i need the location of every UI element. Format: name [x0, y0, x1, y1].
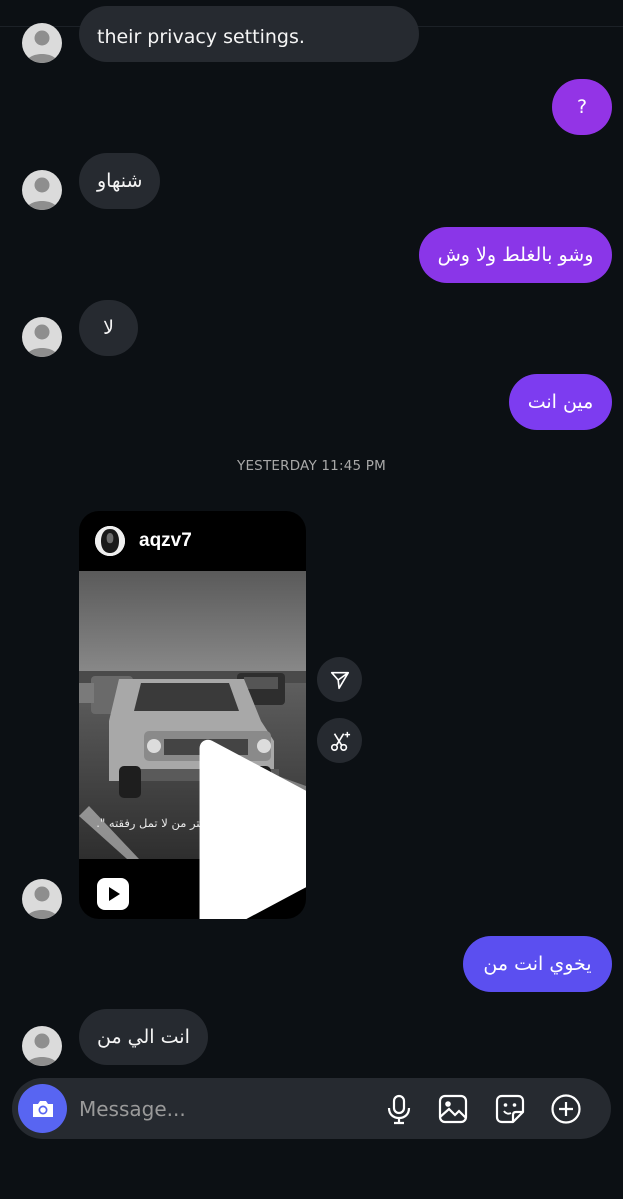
- scissors-sparkle-icon: [330, 731, 350, 751]
- message-timestamp: YESTERDAY 11:45 PM: [237, 458, 386, 474]
- avatar[interactable]: [22, 23, 62, 63]
- reel-username[interactable]: aqzv7: [139, 530, 192, 552]
- message-composer: [12, 1078, 611, 1139]
- avatar[interactable]: [22, 317, 62, 357]
- message-bubble-incoming[interactable]: their privacy settings.: [79, 6, 419, 62]
- gallery-icon: [438, 1094, 468, 1124]
- microphone-icon: [387, 1094, 411, 1125]
- camera-button[interactable]: [18, 1084, 67, 1133]
- send-icon: [330, 671, 349, 689]
- message-bubble-outgoing[interactable]: يخوي انت من: [463, 936, 612, 992]
- add-button[interactable]: [548, 1091, 584, 1127]
- reel-thumbnail[interactable]: " الطريق طويل إختر من لا تمل رفقته ".: [79, 571, 306, 919]
- message-bubble-incoming[interactable]: شنهاو: [79, 153, 161, 209]
- reel-header[interactable]: aqzv7: [79, 511, 306, 571]
- avatar[interactable]: [22, 1026, 62, 1066]
- message-input[interactable]: [79, 1092, 359, 1125]
- message-bubble-outgoing[interactable]: ?: [552, 79, 612, 135]
- gallery-button[interactable]: [435, 1091, 471, 1127]
- sticker-icon: [495, 1094, 525, 1124]
- sticker-button[interactable]: [492, 1091, 528, 1127]
- share-button[interactable]: [317, 657, 362, 702]
- message-bubble-outgoing[interactable]: مين انت: [509, 374, 612, 430]
- avatar[interactable]: [22, 170, 62, 210]
- reels-icon: [97, 878, 129, 910]
- play-icon[interactable]: [174, 695, 306, 919]
- camera-icon: [32, 1100, 53, 1117]
- microphone-button[interactable]: [381, 1091, 417, 1127]
- message-bubble-incoming[interactable]: لا: [79, 300, 138, 356]
- message-bubble-outgoing[interactable]: وشو بالغلط ولا وش: [419, 227, 612, 283]
- plus-icon: [551, 1094, 581, 1124]
- reel-author-avatar[interactable]: [95, 526, 125, 556]
- avatar[interactable]: [22, 879, 62, 919]
- reel-footer: [79, 859, 306, 919]
- message-bubble-incoming[interactable]: انت الي من: [79, 1009, 208, 1065]
- shared-reel-card[interactable]: aqzv7 " الطريق طويل إختر من لا تمل رفقته…: [79, 511, 306, 919]
- remix-button[interactable]: [317, 718, 362, 763]
